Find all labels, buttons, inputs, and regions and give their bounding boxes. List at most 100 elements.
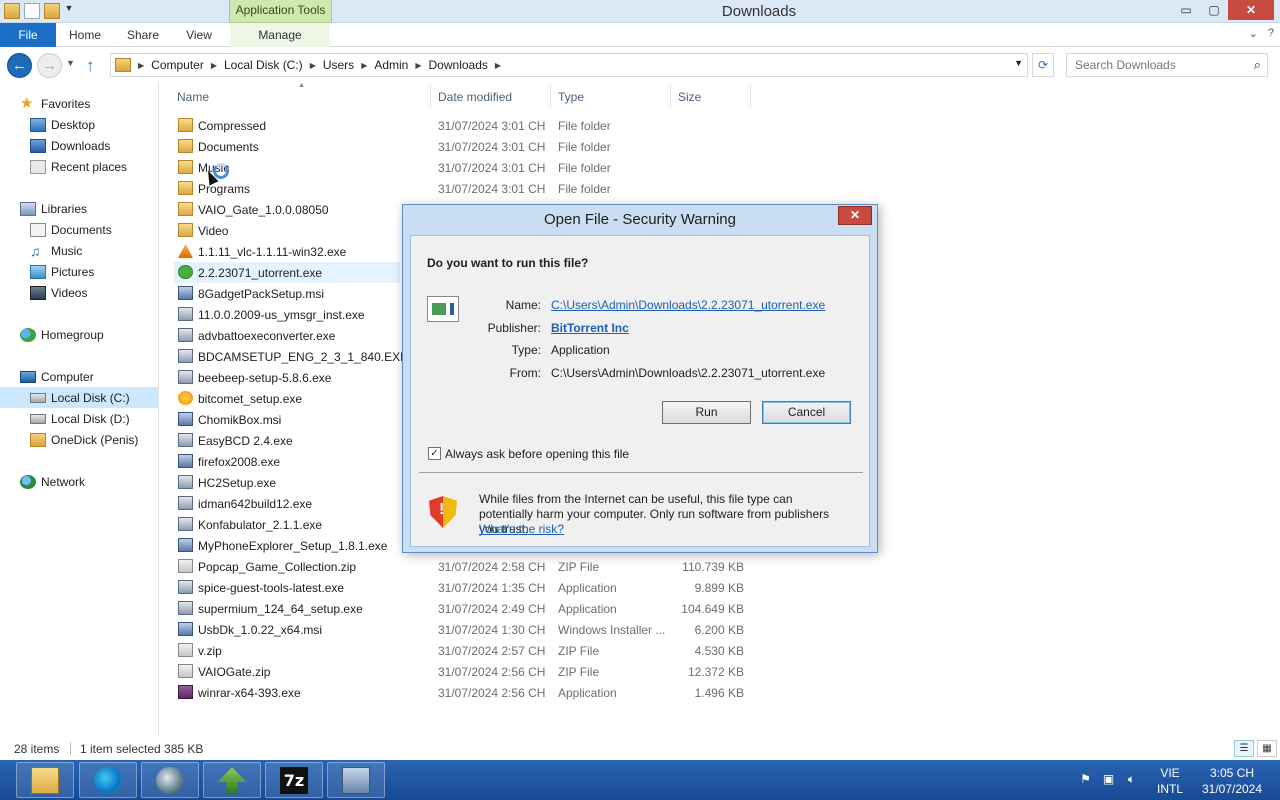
refresh-button[interactable]: ⟳ — [1032, 53, 1054, 77]
language-indicator[interactable]: VIE INTL — [1152, 765, 1188, 797]
chevron-right-icon[interactable]: ▶ — [211, 61, 217, 70]
column-header-name[interactable]: Name — [177, 90, 209, 104]
nav-lib-videos[interactable]: Videos — [30, 282, 158, 303]
tab-file[interactable]: File — [0, 23, 56, 47]
volume-icon[interactable]: 🔈︎ — [1124, 772, 1139, 787]
nav-desktop[interactable]: Desktop — [30, 114, 158, 135]
file-row[interactable]: Documents 31/07/2024 3:01 CH File folder — [174, 136, 764, 157]
file-row[interactable]: Music 31/07/2024 3:01 CH File folder — [174, 157, 764, 178]
recent-locations-icon[interactable]: ▼ — [66, 58, 75, 68]
setup-icon — [342, 767, 370, 794]
nav-lib-music[interactable]: ♫ Music — [30, 240, 158, 261]
always-ask-checkbox[interactable]: ✓ — [428, 447, 441, 460]
chevron-right-icon[interactable]: ▶ — [138, 61, 144, 70]
file-path-link[interactable]: C:\Users\Admin\Downloads\2.2.23071_utorr… — [551, 298, 825, 312]
large-icons-view-button[interactable]: ▦ — [1257, 740, 1277, 757]
cancel-button[interactable]: Cancel — [762, 401, 851, 424]
application-tools-tab-group: Application Tools — [229, 0, 332, 23]
documents-icon — [30, 222, 46, 237]
column-divider[interactable] — [670, 85, 671, 107]
file-name: MyPhoneExplorer_Setup_1.8.1.exe — [198, 539, 388, 553]
file-row[interactable]: Compressed 31/07/2024 3:01 CH File folder — [174, 115, 764, 136]
details-view-button[interactable]: ☰ — [1234, 740, 1254, 757]
file-row[interactable]: UsbDk_1.0.22_x64.msi 31/07/2024 1:30 CH Wi… — [174, 619, 764, 640]
address-dropdown-icon[interactable]: ▼ — [1014, 58, 1023, 68]
file-row[interactable]: v.zip 31/07/2024 2:57 CH ZIP File 4.530 KB — [174, 640, 764, 661]
chevron-right-icon[interactable]: ▶ — [361, 61, 367, 70]
close-button[interactable]: ✕ — [1228, 0, 1274, 20]
nav-lib-documents[interactable]: Documents — [30, 219, 158, 240]
file-date: 31/07/2024 2:58 CH — [438, 560, 546, 574]
clock[interactable]: 3:05 CH 31/07/2024 — [1192, 765, 1272, 797]
column-divider[interactable] — [430, 85, 431, 107]
maximize-button[interactable]: ▢ — [1200, 0, 1228, 20]
nav-downloads[interactable]: Downloads — [30, 135, 158, 156]
publisher-link[interactable]: BitTorrent Inc — [551, 321, 629, 335]
tab-share[interactable]: Share — [118, 23, 168, 47]
chevron-right-icon[interactable]: ▶ — [495, 61, 501, 70]
column-divider[interactable] — [750, 85, 751, 107]
network-status-icon[interactable]: ▣ — [1101, 772, 1116, 787]
nav-libraries[interactable]: Libraries — [20, 198, 158, 219]
chevron-right-icon[interactable]: ▶ — [310, 61, 316, 70]
chevron-right-icon[interactable]: ▶ — [415, 61, 421, 70]
properties-icon[interactable] — [24, 3, 40, 19]
column-header-size[interactable]: Size — [678, 90, 701, 104]
tab-manage[interactable]: Manage — [230, 23, 330, 47]
whats-the-risk-link[interactable]: What's the risk? — [479, 522, 564, 536]
folder-icon[interactable] — [4, 3, 20, 19]
taskbar-edge[interactable] — [79, 762, 137, 798]
back-button[interactable]: ← — [7, 53, 32, 78]
always-ask-label[interactable]: Always ask before opening this file — [445, 447, 629, 461]
file-row[interactable]: Popcap_Game_Collection.zip 31/07/2024 2:5… — [174, 556, 764, 577]
column-divider[interactable] — [550, 85, 551, 107]
run-button[interactable]: Run — [662, 401, 751, 424]
file-row[interactable]: winrar-x64-393.exe 31/07/2024 2:56 CH Appl… — [174, 682, 764, 703]
breadcrumb-downloads[interactable]: Downloads — [429, 58, 488, 72]
new-folder-icon[interactable] — [44, 3, 60, 19]
nav-lib-pictures[interactable]: Pictures — [30, 261, 158, 282]
search-box[interactable]: ⌕ — [1066, 53, 1268, 77]
tab-view[interactable]: View — [174, 23, 224, 47]
breadcrumb-admin[interactable]: Admin — [374, 58, 408, 72]
file-explorer-icon — [31, 767, 59, 794]
file-row[interactable]: supermium_124_64_setup.exe 31/07/2024 2:4… — [174, 598, 764, 619]
action-center-icon[interactable]: ⚑ — [1078, 772, 1093, 787]
breadcrumb-local-disk-c[interactable]: Local Disk (C:) — [224, 58, 303, 72]
nav-favorites[interactable]: ★ Favorites — [20, 93, 158, 114]
customize-toolbar-icon[interactable]: ▼ — [64, 3, 74, 19]
nav-homegroup[interactable]: Homegroup — [20, 324, 158, 345]
nav-network[interactable]: Network — [20, 471, 158, 492]
help-icon[interactable]: ? — [1268, 27, 1274, 40]
forward-button[interactable]: → — [37, 53, 62, 78]
taskbar-7zip[interactable]: 7z — [265, 762, 323, 798]
nav-onedick[interactable]: OneDick (Penis) — [30, 429, 158, 450]
minimize-button[interactable]: ▭ — [1172, 0, 1200, 20]
file-row[interactable]: VAIOGate.zip 31/07/2024 2:56 CH ZIP File 12… — [174, 661, 764, 682]
taskbar-browser[interactable] — [141, 762, 199, 798]
bitcomet-icon — [178, 391, 193, 405]
tab-home[interactable]: Home — [60, 23, 110, 47]
column-header-type[interactable]: Type — [558, 90, 584, 104]
nav-computer[interactable]: Computer — [20, 366, 158, 387]
file-row[interactable]: 2.2.23071_utorrent.exe — [174, 262, 400, 283]
nav-recent-places[interactable]: Recent places — [30, 156, 158, 177]
up-button[interactable]: ↑ — [86, 56, 95, 76]
search-icon[interactable]: ⌕ — [1254, 57, 1261, 73]
file-row[interactable]: Programs 31/07/2024 3:01 CH File folder — [174, 178, 764, 199]
file-type: File folder — [558, 161, 611, 175]
file-row[interactable]: spice-guest-tools-latest.exe 31/07/2024 1… — [174, 577, 764, 598]
breadcrumb-computer[interactable]: Computer — [151, 58, 204, 72]
expand-ribbon-icon[interactable]: ⌄ — [1249, 27, 1258, 40]
breadcrumb-users[interactable]: Users — [323, 58, 354, 72]
column-header-date[interactable]: Date modified — [438, 90, 512, 104]
dialog-close-button[interactable]: ✕ — [838, 206, 872, 225]
nav-local-disk-c[interactable]: Local Disk (C:) — [0, 387, 158, 408]
nav-local-disk-d[interactable]: Local Disk (D:) — [30, 408, 158, 429]
file-type: ZIP File — [558, 665, 600, 679]
address-bar[interactable]: ▶ Computer ▶ Local Disk (C:) ▶ Users ▶ A… — [110, 53, 1028, 77]
search-input[interactable] — [1067, 54, 1237, 76]
taskbar-file-explorer[interactable] — [16, 762, 74, 798]
taskbar-download-manager[interactable] — [203, 762, 261, 798]
taskbar-setup[interactable] — [327, 762, 385, 798]
